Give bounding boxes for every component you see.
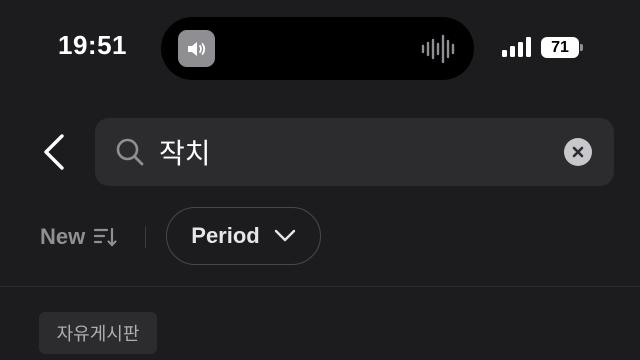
search-icon bbox=[116, 138, 144, 166]
speaker-icon bbox=[178, 30, 215, 67]
chevron-down-icon bbox=[274, 229, 295, 242]
period-label: Period bbox=[191, 223, 260, 248]
signal-icon bbox=[502, 37, 531, 57]
filter-divider bbox=[145, 226, 146, 248]
section-divider bbox=[0, 286, 640, 287]
search-input[interactable] bbox=[159, 132, 539, 172]
back-icon[interactable] bbox=[38, 132, 72, 172]
board-tag[interactable]: 자유게시판 bbox=[39, 312, 157, 354]
status-time: 19:51 bbox=[58, 30, 127, 60]
period-dropdown[interactable]: Period bbox=[166, 207, 321, 265]
battery-icon: 71 bbox=[541, 37, 583, 58]
dynamic-island[interactable] bbox=[161, 17, 474, 80]
clear-icon[interactable] bbox=[564, 138, 592, 166]
battery-cap bbox=[580, 44, 583, 51]
sort-icon bbox=[94, 227, 117, 247]
sort-button[interactable]: New bbox=[40, 222, 117, 252]
waveform-icon bbox=[421, 34, 455, 64]
search-bar[interactable] bbox=[95, 118, 614, 186]
app-screen: 19:51 71 작치 New Period 자유게시판 bbox=[0, 0, 640, 360]
sort-label: New bbox=[40, 224, 86, 249]
battery-level: 71 bbox=[541, 37, 579, 58]
